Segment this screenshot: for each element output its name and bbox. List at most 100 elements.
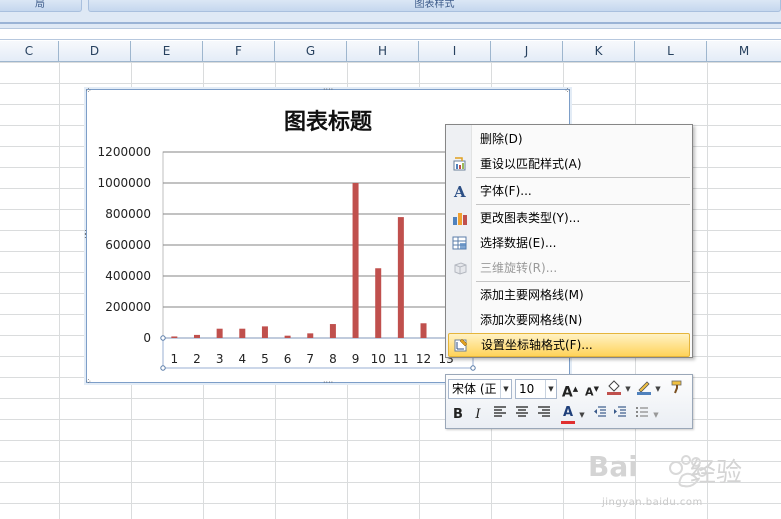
context-menu: 删除(D) 重设以匹配样式(A) A 字体(F)... 更改图表类型(Y)...: [445, 124, 693, 358]
y-tick-label: 1000000: [98, 176, 151, 190]
y-tick-label: 0: [143, 331, 151, 345]
ribbon-group-left[interactable]: 局: [0, 0, 82, 12]
bold-button[interactable]: B: [448, 405, 468, 425]
chevron-down-icon[interactable]: ▼: [500, 380, 511, 398]
x-tick-label: 4: [238, 352, 246, 366]
bar: [329, 324, 336, 338]
menu-item-font[interactable]: A 字体(F)...: [448, 179, 690, 203]
reset-style-icon: [453, 157, 466, 171]
align-right-icon: [538, 406, 550, 417]
paint-bucket-icon: [607, 380, 621, 395]
x-tick-label: 6: [284, 352, 292, 366]
align-center-button[interactable]: [512, 405, 532, 425]
line-color-button[interactable]: [634, 379, 654, 399]
x-tick-label: 12: [416, 352, 431, 366]
menu-separator: [476, 204, 690, 205]
chevron-down-icon[interactable]: ▼: [624, 379, 632, 399]
column-header-f[interactable]: F: [203, 41, 275, 62]
change-chart-type-icon: [453, 213, 467, 225]
x-tick-label: 7: [306, 352, 314, 366]
chevron-down-icon[interactable]: ▼: [654, 379, 662, 399]
y-tick-label: 400000: [105, 269, 151, 283]
bar: [397, 217, 404, 338]
font-name-combo[interactable]: 宋体 (正 ▼: [448, 379, 512, 399]
column-header-g[interactable]: G: [275, 41, 347, 62]
x-tick-label: 11: [393, 352, 408, 366]
menu-separator: [476, 177, 690, 178]
svg-text:A: A: [453, 183, 466, 199]
mini-toolbar: 宋体 (正 ▼ 10 ▼ A▲ A▼ ▼ ▼ B I A ▼ ▼: [445, 374, 693, 429]
pen-icon: [637, 381, 651, 395]
format-axis-icon: [454, 338, 468, 352]
y-tick-label: 600000: [105, 238, 151, 252]
italic-button[interactable]: I: [468, 405, 488, 425]
grow-font-button[interactable]: A▲: [560, 379, 580, 401]
bar: [375, 268, 382, 338]
y-tick-label: 1200000: [98, 145, 151, 159]
y-tick-label: 200000: [105, 300, 151, 314]
column-header-row: C D E F G H I J K L M: [0, 41, 781, 62]
column-header-c[interactable]: C: [0, 41, 59, 62]
bar: [352, 183, 359, 338]
shrink-font-button[interactable]: A▼: [582, 379, 602, 399]
x-axis-selection-handle: [160, 335, 166, 341]
ribbon-divider: [0, 22, 781, 24]
bar: [171, 336, 178, 338]
watermark-url: jingyan.baidu.com: [602, 497, 703, 508]
x-tick-label: 1: [171, 352, 179, 366]
decrease-indent-button[interactable]: [590, 405, 610, 425]
x-tick-label: 2: [193, 352, 201, 366]
ribbon-group-chart-styles[interactable]: 图表样式: [88, 0, 781, 12]
font-color-button[interactable]: A: [558, 405, 578, 425]
x-tick-label: 10: [371, 352, 386, 366]
column-header-e[interactable]: E: [131, 41, 203, 62]
align-center-icon: [516, 406, 528, 417]
align-right-button[interactable]: [534, 405, 554, 425]
font-color-swatch: [561, 421, 575, 424]
align-left-button[interactable]: [490, 405, 510, 425]
bar: [193, 334, 200, 338]
grid-line: [59, 62, 60, 519]
chevron-down-icon[interactable]: ▼: [545, 380, 556, 398]
ribbon-group-chart-styles-label: 图表样式: [414, 0, 455, 10]
menu-item-add-major-gridlines[interactable]: 添加主要网格线(M): [448, 283, 690, 307]
column-header-i[interactable]: I: [419, 41, 491, 62]
column-header-k[interactable]: K: [563, 41, 635, 62]
chevron-down-icon[interactable]: ▼: [652, 405, 660, 425]
format-painter-button[interactable]: [668, 379, 688, 399]
menu-item-3d-rotation[interactable]: 三维旋转(R)...: [448, 256, 690, 280]
fill-color-button[interactable]: [604, 379, 624, 399]
column-header-d[interactable]: D: [59, 41, 131, 62]
x-tick-label: 3: [216, 352, 224, 366]
align-left-icon: [494, 406, 506, 417]
menu-item-add-minor-gridlines[interactable]: 添加次要网格线(N): [448, 308, 690, 332]
x-axis-selection-handle: [470, 365, 476, 371]
increase-indent-button[interactable]: [610, 405, 630, 425]
menu-item-delete[interactable]: 删除(D): [448, 127, 690, 151]
column-header-j[interactable]: J: [491, 41, 563, 62]
font-size-combo[interactable]: 10 ▼: [515, 379, 557, 399]
x-axis-selection-handle: [160, 365, 166, 371]
bullets-button[interactable]: [632, 405, 652, 425]
increase-indent-icon: [614, 406, 626, 417]
menu-item-select-data[interactable]: 选择数据(E)...: [448, 231, 690, 255]
menu-item-reset-style[interactable]: 重设以匹配样式(A): [448, 152, 690, 176]
ribbon-group-left-label: 局: [35, 0, 45, 10]
chevron-down-icon[interactable]: ▼: [578, 405, 586, 425]
formula-bar[interactable]: [0, 28, 781, 40]
font-icon: A: [453, 183, 466, 199]
bar: [216, 328, 223, 338]
menu-item-format-axis[interactable]: 设置坐标轴格式(F)...: [448, 333, 690, 357]
bar: [284, 335, 291, 338]
x-tick-label: 9: [352, 352, 360, 366]
bullet-list-icon: [636, 407, 648, 417]
menu-item-change-chart-type[interactable]: 更改图表类型(Y)...: [448, 206, 690, 230]
decrease-indent-icon: [594, 406, 606, 417]
x-tick-label: 5: [261, 352, 269, 366]
3d-rotation-icon: [454, 262, 467, 275]
column-header-h[interactable]: H: [347, 41, 419, 62]
column-header-m[interactable]: M: [707, 41, 781, 62]
column-header-l[interactable]: L: [635, 41, 707, 62]
format-painter-icon: [671, 380, 682, 394]
menu-separator: [476, 281, 690, 282]
